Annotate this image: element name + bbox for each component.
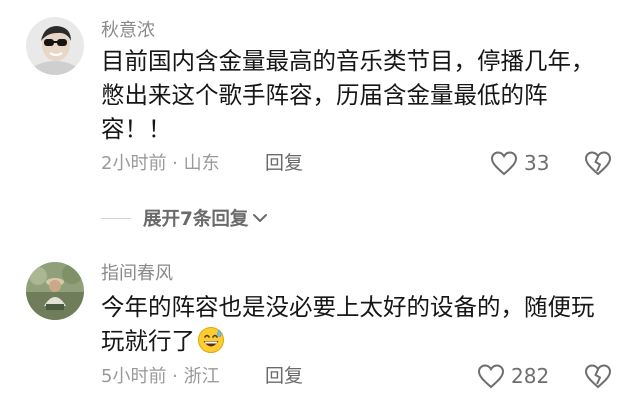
divider-line xyxy=(101,217,131,219)
comment-text-block: 今年的阵容也是没必要上太好的设备的，随便玩玩就行了 xyxy=(101,290,611,358)
comment-username[interactable]: 秋意浓 xyxy=(101,19,155,43)
grinning-sweat-emoji-icon xyxy=(198,327,224,353)
avatar[interactable] xyxy=(26,17,84,75)
broken-heart-icon[interactable] xyxy=(584,150,612,176)
like-button[interactable]: 33 xyxy=(490,149,549,177)
comment-text: 目前国内含金量最高的音乐类节目，停播几年，憋出来这个歌手阵容，历届含金量最低的阵… xyxy=(101,47,595,143)
chevron-down-icon xyxy=(253,214,268,222)
broken-heart-icon[interactable] xyxy=(584,363,612,389)
reply-button[interactable]: 回复 xyxy=(265,151,303,175)
expand-replies-button[interactable]: 展开7条回复 xyxy=(101,204,268,232)
reply-button[interactable]: 回复 xyxy=(265,364,303,388)
heart-icon xyxy=(490,151,518,176)
comment-time-location: 2小时前 · 山东 xyxy=(101,153,220,174)
like-count: 282 xyxy=(511,364,550,388)
comment-text: 今年的阵容也是没必要上太好的设备的，随便玩玩就行了 xyxy=(101,293,595,355)
like-button[interactable]: 282 xyxy=(477,362,549,390)
avatar[interactable] xyxy=(26,262,84,320)
comment-time-location: 5小时前 · 浙江 xyxy=(101,366,220,387)
comment-username[interactable]: 指间春风 xyxy=(101,262,173,286)
like-count: 33 xyxy=(524,151,550,175)
heart-icon xyxy=(477,364,505,389)
expand-replies-label: 展开7条回复 xyxy=(143,209,249,230)
